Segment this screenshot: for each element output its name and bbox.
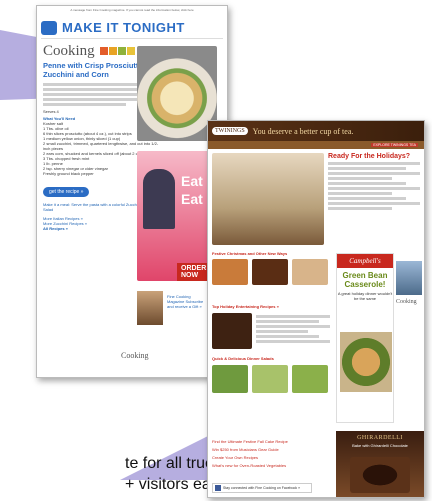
pasta-dish-photo bbox=[137, 46, 217, 141]
salad-photo bbox=[212, 365, 248, 393]
salad-photo bbox=[292, 365, 328, 393]
facebook-box[interactable]: Stay connected with Fine Cooking on Face… bbox=[212, 483, 312, 493]
ad-word: Eat bbox=[181, 191, 203, 207]
ghirardelli-subtitle: Bake with Ghirardelli Chocolate bbox=[352, 443, 408, 448]
link-list: Find the Ultimate Festive Fall Cake Reci… bbox=[212, 439, 330, 468]
badge-icon bbox=[100, 46, 109, 55]
hero-title: Ready For the Holidays? bbox=[328, 153, 411, 160]
campbells-ad[interactable]: Campbell's Green Bean Casserole! A great… bbox=[336, 253, 394, 423]
brownie-photo bbox=[212, 313, 252, 349]
ad-cover-person bbox=[143, 169, 175, 229]
get-recipe-button[interactable]: get the recipe » bbox=[43, 187, 90, 197]
promo-text[interactable]: Fine Cooking Magazine Subscribe and rece… bbox=[167, 294, 205, 309]
badge-icon bbox=[109, 46, 118, 55]
ad-word: Eat bbox=[181, 173, 203, 189]
banner-title: MAKE IT TONIGHT bbox=[62, 20, 185, 35]
make-it-tonight-banner: MAKE IT TONIGHT bbox=[41, 17, 223, 39]
salad-photo bbox=[252, 365, 288, 393]
section-heading: Top Holiday Entertaining Recipes » bbox=[212, 304, 279, 309]
email-screenshot-holiday: TWININGS You deserve a better cup of tea… bbox=[207, 120, 425, 498]
hero-text: Ready For the Holidays? bbox=[328, 153, 420, 212]
ingredient: 2 small zucchini, trimmed, quartered len… bbox=[43, 141, 159, 151]
dessert-photo bbox=[212, 259, 248, 285]
footer-logo: Cooking bbox=[121, 351, 149, 360]
facebook-icon bbox=[215, 485, 221, 491]
facebook-text: Stay connected with Fine Cooking on Face… bbox=[223, 485, 301, 490]
ghirardelli-logo: GHIRARDELLI bbox=[357, 435, 403, 441]
sidebar-logo: Cooking bbox=[396, 299, 417, 305]
link-item[interactable]: Win $250 from Musicians Gear Guide bbox=[212, 447, 330, 452]
twinings-logo: TWININGS bbox=[212, 127, 248, 135]
magazine-cover-thumb bbox=[137, 291, 163, 325]
twinings-tagline: You deserve a better cup of tea. bbox=[252, 126, 354, 136]
section-heading: Quick & Delicious Dinner Salads bbox=[212, 356, 274, 361]
link-item[interactable]: Create Your Own Recipes bbox=[212, 455, 330, 460]
preheader: A message from Fine Cooking magazine. If… bbox=[70, 8, 194, 12]
badge-icon bbox=[118, 46, 127, 55]
twinings-header[interactable]: TWININGS You deserve a better cup of tea… bbox=[208, 121, 424, 141]
cake-photo bbox=[252, 259, 288, 285]
explore-tea-button[interactable]: EXPLORE TWININGS TEA bbox=[371, 143, 418, 147]
badge-icon bbox=[127, 46, 136, 55]
holiday-table-photo bbox=[212, 153, 324, 245]
ghirardelli-ad[interactable]: GHIRARDELLI Bake with Ghirardelli Chocol… bbox=[336, 431, 424, 497]
masthead: Cooking bbox=[43, 42, 136, 60]
fork-logo-icon bbox=[41, 20, 57, 35]
chocolate-cake-photo bbox=[350, 457, 410, 493]
casserole-photo bbox=[340, 332, 392, 392]
cookie-photo bbox=[292, 259, 328, 285]
link-item[interactable]: What's new for Oven-Roasted Vegetables bbox=[212, 463, 330, 468]
fine-cooking-logo: Cooking bbox=[43, 43, 95, 59]
email-screenshot-fine-cooking: A message from Fine Cooking magazine. If… bbox=[36, 5, 228, 378]
casserole-subtitle: A great holiday dinner wouldn't be the s… bbox=[337, 291, 393, 301]
section-heading: Festive Christmas and Other New Ways bbox=[212, 251, 288, 256]
casserole-title: Green Bean Casserole! bbox=[342, 271, 388, 289]
link-item[interactable]: Find the Ultimate Festive Fall Cake Reci… bbox=[212, 439, 330, 444]
magazine-cover-thumb bbox=[396, 261, 422, 295]
campbells-logo: Campbell's bbox=[337, 254, 393, 268]
